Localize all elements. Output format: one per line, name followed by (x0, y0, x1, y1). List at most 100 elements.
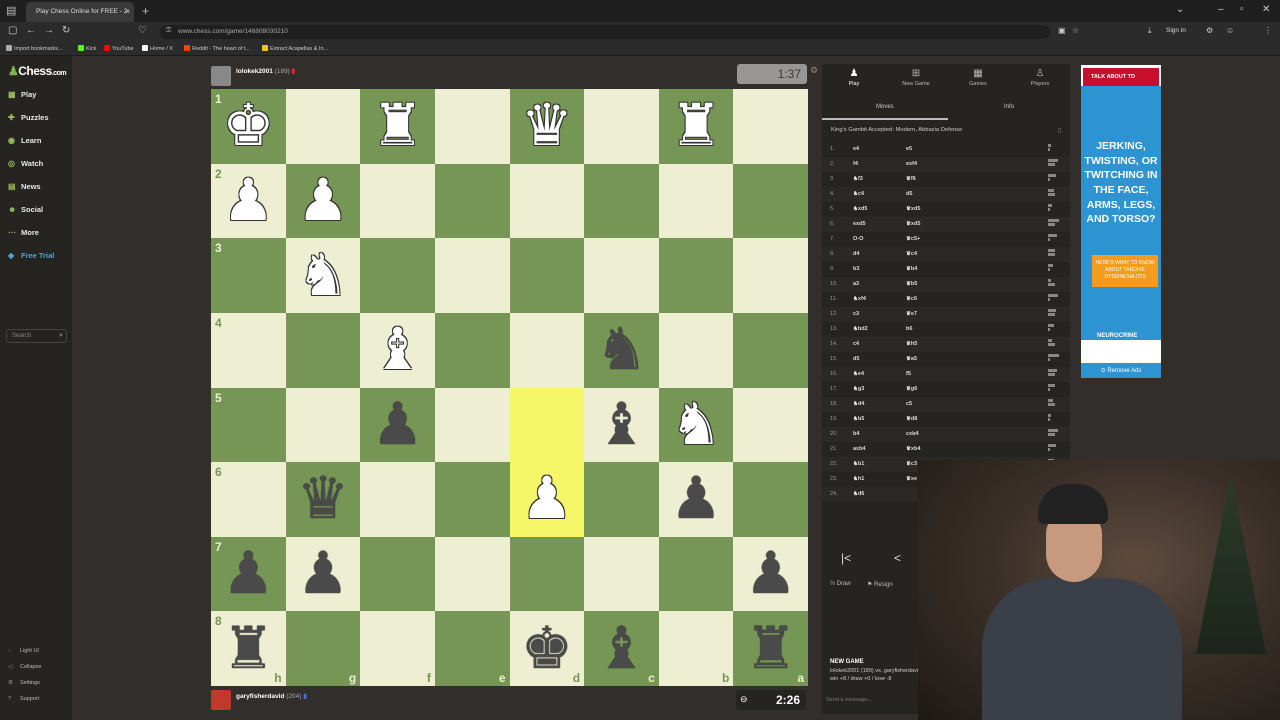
board-square[interactable] (509, 163, 585, 239)
board-square[interactable] (584, 462, 659, 537)
board-square[interactable]: ♟ (360, 387, 435, 463)
menu-icon[interactable]: ⋮ (1264, 26, 1272, 35)
sidebar-search-input[interactable]: Search ⌕ (6, 329, 67, 343)
ad-cta-button[interactable]: HERE'S WHAT TO KNOW ABOUT TARDIVE DYSKIN… (1092, 255, 1158, 287)
tab-close-icon[interactable]: × (125, 7, 130, 16)
opening-book-icon[interactable]: ▯ (1058, 127, 1061, 134)
sidebar-footer-light-ui[interactable]: ◌ Light UI (8, 648, 39, 654)
black-rook-icon[interactable]: ♜ (222, 619, 274, 678)
white-move[interactable]: e4 (853, 146, 859, 152)
white-move[interactable]: ♞g3 (853, 386, 864, 392)
forward-icon[interactable]: → (44, 25, 54, 36)
bookmark-item[interactable]: Home / X (142, 45, 173, 52)
black-move[interactable]: ♛b5 (906, 281, 917, 287)
board-square[interactable]: b (658, 611, 734, 686)
black-move[interactable]: b6 (906, 326, 912, 332)
board-square[interactable] (285, 89, 361, 164)
bottom-player-info[interactable]: garyfisherdavid (204) ▮ (236, 692, 307, 700)
remove-ads-button[interactable]: ⊙ Remove Ads (1081, 363, 1161, 378)
board-square[interactable] (434, 462, 510, 537)
resign-button[interactable]: ⚑ Resign (867, 581, 893, 588)
info-subtab[interactable]: Info (1004, 104, 1014, 110)
white-move[interactable]: exd5 (853, 221, 866, 227)
white-move[interactable]: ♞bd2 (853, 326, 868, 332)
board-square[interactable]: ♟ (285, 163, 361, 239)
white-move[interactable]: ♞b1 (853, 461, 864, 467)
white-move[interactable]: ♞h1 (853, 476, 864, 482)
black-move[interactable]: ♛a5 (906, 356, 917, 362)
white-knight-icon[interactable]: ♞ (297, 246, 349, 305)
board-square[interactable] (658, 536, 734, 612)
new-tab-icon[interactable]: + (142, 4, 149, 18)
tab-list-icon[interactable]: ⌄ (1176, 4, 1184, 15)
board-square[interactable] (360, 462, 435, 537)
board-square[interactable] (733, 312, 808, 388)
browser-tab[interactable]: Play Chess Online for FREE - 2 × (26, 2, 134, 22)
black-move[interactable]: c5 (906, 401, 912, 407)
chess-logo[interactable]: ♟Chess.com (8, 64, 67, 78)
board-square[interactable]: ♜ (658, 89, 734, 164)
first-move-button[interactable]: |< (841, 551, 851, 565)
board-square[interactable] (509, 312, 585, 388)
close-window-icon[interactable]: ✕ (1262, 4, 1270, 15)
board-square[interactable]: ♟ (658, 462, 734, 537)
board-square[interactable] (658, 163, 734, 239)
shield-icon[interactable]: ♡ (138, 25, 147, 36)
board-square[interactable] (434, 536, 510, 612)
board-square[interactable] (733, 387, 808, 463)
board-square[interactable] (509, 536, 585, 612)
board-square[interactable] (584, 89, 659, 164)
black-move[interactable]: ♛xd5 (906, 221, 920, 227)
black-move[interactable]: e5 (906, 146, 912, 152)
board-square[interactable] (584, 163, 659, 239)
board-square[interactable] (360, 163, 435, 239)
tab-new-game[interactable]: ⊞ New Game (886, 68, 946, 87)
reload-icon[interactable]: ↻ (62, 25, 70, 36)
white-pawn-icon[interactable]: ♟ (222, 171, 274, 230)
board-square[interactable] (285, 312, 361, 388)
white-move[interactable]: axb4 (853, 446, 866, 452)
board-square[interactable]: 2 ♟ (211, 163, 286, 239)
board-square[interactable]: ♜ (360, 89, 435, 164)
bookmark-item[interactable]: YouTube (104, 45, 134, 52)
black-knight-icon[interactable]: ♞ (595, 321, 647, 379)
sidebar-item-more[interactable]: ⋯ More (8, 228, 39, 237)
sidebar-item-learn[interactable]: ◉ Learn (8, 136, 41, 145)
bottom-player-avatar[interactable] (211, 690, 231, 710)
black-move[interactable]: ♛c6 (906, 296, 917, 302)
board-square[interactable] (509, 238, 585, 313)
bookmark-item[interactable]: Extract Acapellas & In... (262, 45, 328, 52)
board-square[interactable] (584, 238, 659, 313)
board-square[interactable]: ♝ (360, 312, 435, 388)
sidebar-item-social[interactable]: ☻ Social (8, 205, 43, 214)
board-square[interactable]: g (285, 611, 361, 686)
bookmark-item[interactable]: Kick (78, 45, 96, 52)
white-move[interactable]: b4 (853, 431, 859, 437)
white-move[interactable]: f4 (853, 161, 858, 167)
board-square[interactable]: d ♚ (509, 611, 585, 686)
search-icon[interactable]: ⌕ (59, 332, 63, 340)
moves-subtab[interactable]: Moves (876, 104, 894, 110)
black-move[interactable]: ♛xe (906, 476, 917, 482)
white-queen-icon[interactable]: ♛ (521, 97, 573, 155)
board-square[interactable]: e (434, 611, 510, 686)
black-move[interactable]: cxb4 (906, 431, 919, 437)
chess-board[interactable]: 1 ♚ ♜ ♛ ♜ 2 ♟ ♟ 3 ♞ 4 ♝ ♞ 5 ♟ ♝ ♞ 6 ♛ ♟ ♟ 7 ♟ ♟ ♟ 8 h ♜ g f e d ♚ c ♝ b a ♜ (211, 89, 808, 686)
board-square[interactable]: a ♜ (733, 611, 808, 686)
white-rook-icon[interactable]: ♜ (670, 97, 722, 155)
board-square[interactable] (733, 89, 808, 164)
board-square[interactable] (733, 238, 808, 313)
white-move[interactable]: ♞xf4 (853, 296, 866, 302)
black-move[interactable]: ♛h5 (906, 341, 917, 347)
sidebar-item-free-trial[interactable]: ◆ Free Trial (8, 251, 54, 260)
board-square[interactable] (658, 238, 734, 313)
sidebar-footer-settings[interactable]: ⚙ Settings (8, 680, 40, 686)
board-square[interactable] (658, 312, 734, 388)
sidebar-item-news[interactable]: ▤ News (8, 182, 41, 191)
black-pawn-icon[interactable]: ♟ (745, 545, 797, 603)
board-square[interactable] (434, 89, 510, 164)
board-square[interactable] (584, 536, 659, 612)
board-square[interactable]: 1 ♚ (211, 89, 286, 164)
sidebar-toggle-icon[interactable]: ▢ (8, 25, 17, 36)
white-move[interactable]: ♞d4 (853, 401, 864, 407)
